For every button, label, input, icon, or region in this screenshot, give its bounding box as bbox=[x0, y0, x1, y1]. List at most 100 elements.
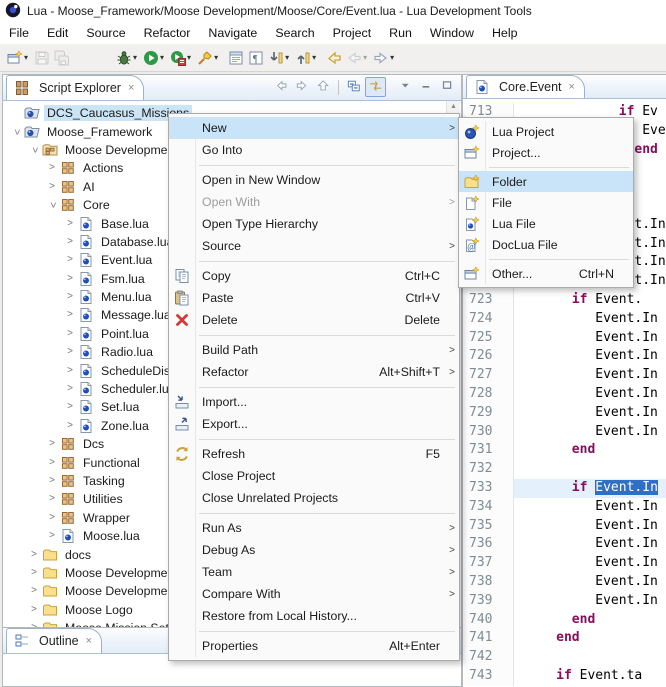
dropdown-arrow-icon[interactable]: ▾ bbox=[390, 53, 394, 62]
code-line-724[interactable]: 724 Event.In bbox=[464, 310, 666, 329]
prev-annotation-button[interactable]: ▾ bbox=[294, 49, 319, 67]
chevron-right-icon[interactable]: > bbox=[62, 402, 78, 412]
chevron-right-icon[interactable]: > bbox=[26, 568, 42, 578]
context-menu-item-paste[interactable]: PasteCtrl+V bbox=[169, 287, 459, 309]
context-menu-item-refresh[interactable]: RefreshF5 bbox=[169, 443, 459, 465]
chevron-right-icon[interactable]: > bbox=[62, 310, 78, 320]
new-wizard-button[interactable]: ▾ bbox=[6, 49, 31, 67]
new-submenu-item-project[interactable]: Project... bbox=[459, 142, 633, 163]
view-menu-button[interactable] bbox=[396, 78, 415, 96]
menubar-item-search[interactable]: Search bbox=[266, 23, 323, 43]
search-torch-button[interactable]: ▾ bbox=[196, 49, 221, 67]
code-line-725[interactable]: 725 Event.In bbox=[464, 329, 666, 348]
run-button[interactable]: ▾ bbox=[142, 49, 167, 67]
code-line-734[interactable]: 734 Event.In bbox=[464, 498, 666, 517]
code-line-730[interactable]: 730 Event.In bbox=[464, 423, 666, 442]
chevron-down-icon[interactable]: > bbox=[8, 127, 24, 137]
chevron-right-icon[interactable]: > bbox=[44, 439, 60, 449]
new-submenu-item-file[interactable]: File bbox=[459, 192, 633, 213]
code-line-733[interactable]: 733 if Event.In bbox=[464, 479, 666, 498]
menubar-item-refactor[interactable]: Refactor bbox=[135, 23, 200, 43]
debug-button[interactable]: ▾ bbox=[115, 49, 140, 67]
maximize-button[interactable] bbox=[438, 78, 457, 96]
context-menu-item-run-as[interactable]: Run As> bbox=[169, 517, 459, 539]
chevron-right-icon[interactable]: > bbox=[62, 421, 78, 431]
code-line-728[interactable]: 728 Event.In bbox=[464, 385, 666, 404]
code-line-740[interactable]: 740 end bbox=[464, 611, 666, 630]
menubar-item-file[interactable]: File bbox=[0, 23, 38, 43]
next-annotation-button[interactable]: ▾ bbox=[267, 49, 292, 67]
chevron-right-icon[interactable]: > bbox=[44, 513, 60, 523]
code-line-741[interactable]: 741 end bbox=[464, 629, 666, 648]
context-menu-item-export[interactable]: Export... bbox=[169, 413, 459, 435]
chevron-right-icon[interactable]: > bbox=[26, 605, 42, 615]
menubar-item-help[interactable]: Help bbox=[483, 23, 526, 43]
context-menu-item-source[interactable]: Source> bbox=[169, 235, 459, 257]
chevron-right-icon[interactable]: > bbox=[62, 347, 78, 357]
new-submenu-item-lua-project[interactable]: Lua Project bbox=[459, 121, 633, 142]
menubar-item-navigate[interactable]: Navigate bbox=[199, 23, 266, 43]
dropdown-arrow-icon[interactable]: ▾ bbox=[160, 53, 164, 62]
menubar-item-project[interactable]: Project bbox=[324, 23, 381, 43]
context-menu-item-properties[interactable]: PropertiesAlt+Enter bbox=[169, 635, 459, 657]
forward-button[interactable]: ▾ bbox=[372, 49, 397, 67]
tab-outline[interactable]: Outline × bbox=[6, 628, 102, 653]
dropdown-arrow-icon[interactable]: ▾ bbox=[187, 53, 191, 62]
new-submenu-item-lua-file[interactable]: Lua File bbox=[459, 213, 633, 234]
context-menu-item-import[interactable]: Import... bbox=[169, 391, 459, 413]
code-line-726[interactable]: 726 Event.In bbox=[464, 347, 666, 366]
context-menu-item-team[interactable]: Team> bbox=[169, 561, 459, 583]
menubar-item-edit[interactable]: Edit bbox=[38, 23, 77, 43]
chevron-right-icon[interactable]: > bbox=[62, 274, 78, 284]
context-menu-item-copy[interactable]: CopyCtrl+C bbox=[169, 265, 459, 287]
tab-core-event[interactable]: Core.Event × bbox=[466, 75, 585, 98]
context-menu-item-open-in-new-window[interactable]: Open in New Window bbox=[169, 169, 459, 191]
open-console-button[interactable] bbox=[227, 49, 245, 67]
context-menu-item-compare-with[interactable]: Compare With> bbox=[169, 583, 459, 605]
nav-back-button[interactable] bbox=[272, 78, 291, 96]
chevron-right-icon[interactable]: > bbox=[62, 366, 78, 376]
code-line-739[interactable]: 739 Event.In bbox=[464, 592, 666, 611]
code-line-732[interactable]: 732 bbox=[464, 460, 666, 479]
code-line-735[interactable]: 735 Event.In bbox=[464, 517, 666, 536]
run-last-button[interactable]: ▾ bbox=[169, 49, 194, 67]
code-line-743[interactable]: 743 if Event.ta bbox=[464, 667, 666, 686]
chevron-down-icon[interactable]: > bbox=[44, 200, 60, 210]
context-menu-item-close-project[interactable]: Close Project bbox=[169, 465, 459, 487]
chevron-right-icon[interactable]: > bbox=[62, 255, 78, 265]
chevron-right-icon[interactable]: > bbox=[44, 458, 60, 468]
menubar-item-run[interactable]: Run bbox=[380, 23, 421, 43]
new-submenu-item-doclua-file[interactable]: @DocLua File bbox=[459, 234, 633, 255]
new-submenu-item-other[interactable]: Other...Ctrl+N bbox=[459, 263, 633, 284]
close-icon[interactable]: × bbox=[128, 82, 134, 94]
dropdown-arrow-icon[interactable]: ▾ bbox=[363, 53, 367, 62]
last-edit-button[interactable] bbox=[325, 49, 343, 67]
dropdown-arrow-icon[interactable]: ▾ bbox=[312, 53, 316, 62]
code-line-737[interactable]: 737 Event.In bbox=[464, 554, 666, 573]
scrollbar-up-icon[interactable]: ▲ bbox=[447, 103, 460, 110]
dropdown-arrow-icon[interactable]: ▾ bbox=[24, 53, 28, 62]
up-folder-button[interactable] bbox=[314, 78, 333, 96]
code-line-729[interactable]: 729 Event.In bbox=[464, 404, 666, 423]
nav-forward-button[interactable] bbox=[293, 78, 312, 96]
code-line-738[interactable]: 738 Event.In bbox=[464, 573, 666, 592]
code-line-723[interactable]: 723 if Event. bbox=[464, 291, 666, 310]
chevron-right-icon[interactable]: > bbox=[44, 531, 60, 541]
tab-script-explorer[interactable]: Script Explorer × bbox=[6, 75, 144, 100]
code-line-731[interactable]: 731 end bbox=[464, 441, 666, 460]
chevron-right-icon[interactable]: > bbox=[62, 219, 78, 229]
context-menu-item-go-into[interactable]: Go Into bbox=[169, 139, 459, 161]
close-icon[interactable]: × bbox=[86, 635, 92, 647]
dropdown-arrow-icon[interactable]: ▾ bbox=[133, 53, 137, 62]
chevron-right-icon[interactable]: > bbox=[44, 476, 60, 486]
link-editor-button[interactable] bbox=[365, 77, 386, 97]
chevron-right-icon[interactable]: > bbox=[62, 384, 78, 394]
context-menu-item-new[interactable]: New> bbox=[169, 117, 459, 139]
dropdown-arrow-icon[interactable]: ▾ bbox=[214, 53, 218, 62]
minimize-button[interactable] bbox=[417, 78, 436, 96]
context-menu-item-delete[interactable]: DeleteDelete bbox=[169, 309, 459, 331]
chevron-right-icon[interactable]: > bbox=[26, 550, 42, 560]
close-icon[interactable]: × bbox=[569, 81, 575, 93]
chevron-right-icon[interactable]: > bbox=[62, 329, 78, 339]
chevron-right-icon[interactable]: > bbox=[44, 182, 60, 192]
